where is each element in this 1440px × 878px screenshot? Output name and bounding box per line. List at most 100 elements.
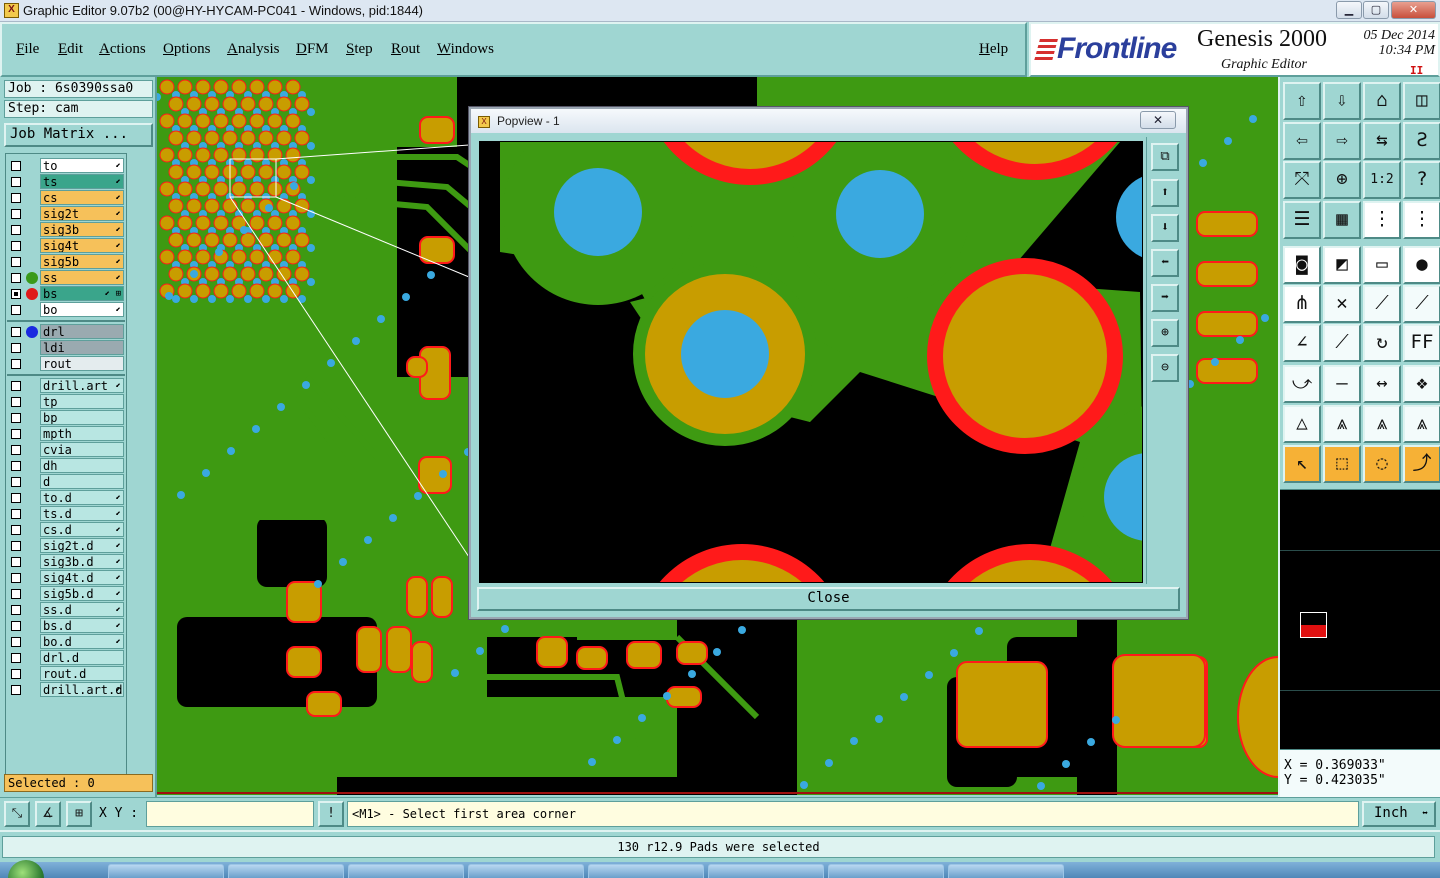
flip-icon[interactable]: ◩ bbox=[1323, 246, 1361, 284]
layer-row[interactable]: bo.d ⬋ bbox=[6, 634, 126, 650]
unit-selector[interactable]: Inch ⬌ bbox=[1362, 801, 1436, 827]
layer-row[interactable]: sig3b.d ⬋ bbox=[6, 554, 126, 570]
pan-up-icon[interactable]: ⇧ bbox=[1283, 82, 1321, 120]
ruler-icon[interactable]: ▭ bbox=[1363, 246, 1401, 284]
scale-1-2-icon[interactable]: 1:2 bbox=[1363, 161, 1401, 199]
layer-row[interactable]: ts ⬋ bbox=[6, 174, 126, 190]
taskbar-item[interactable] bbox=[948, 864, 1064, 878]
pointer-icon[interactable]: ↖ bbox=[1283, 445, 1321, 483]
layer-name[interactable]: sig4t ⬋ bbox=[40, 238, 124, 253]
pointer-circle-icon[interactable]: ◌ bbox=[1363, 445, 1401, 483]
layer-checkbox[interactable] bbox=[11, 327, 21, 337]
swap-icon[interactable]: ⇆ bbox=[1363, 122, 1401, 160]
pause-icon[interactable]: II bbox=[1410, 64, 1423, 77]
menu-help[interactable]: Help bbox=[979, 41, 1008, 58]
menu-edit[interactable]: Edit bbox=[58, 41, 83, 58]
layer-row[interactable]: bs.d ⬋ bbox=[6, 618, 126, 634]
start-button[interactable] bbox=[8, 860, 44, 878]
layer-name[interactable]: mpth bbox=[40, 426, 124, 441]
layer-checkbox[interactable] bbox=[11, 397, 21, 407]
line-red-icon[interactable]: ⟋ bbox=[1403, 285, 1440, 323]
layer-row[interactable]: tp bbox=[6, 394, 126, 410]
help-icon[interactable]: ? bbox=[1403, 161, 1440, 199]
layer-checkbox[interactable] bbox=[11, 305, 21, 315]
zoom-in-icon[interactable]: ⊕ bbox=[1151, 319, 1179, 347]
layer-row[interactable]: sig5b.d ⬋ bbox=[6, 586, 126, 602]
layer-name[interactable]: ts.d ⬋ bbox=[40, 506, 124, 521]
layer-checkbox[interactable] bbox=[11, 541, 21, 551]
snap-angle-icon[interactable]: ∡ bbox=[35, 801, 61, 827]
layer-name[interactable]: rout bbox=[40, 356, 124, 371]
menu-step[interactable]: Step bbox=[346, 41, 373, 58]
layer-name[interactable]: sig2t ⬋ bbox=[40, 206, 124, 221]
layer-checkbox[interactable] bbox=[11, 241, 21, 251]
popview-canvas[interactable] bbox=[479, 141, 1143, 583]
layer-checkbox[interactable] bbox=[11, 557, 21, 567]
settings-icon[interactable]: ☰ bbox=[1283, 201, 1321, 239]
layer-name[interactable]: bp bbox=[40, 410, 124, 425]
layer-row[interactable]: sig2t.d ⬋ bbox=[6, 538, 126, 554]
triangle-red-icon[interactable]: ⩓ bbox=[1363, 405, 1401, 443]
layer-name[interactable]: to ⬋ bbox=[40, 158, 124, 173]
layer-row[interactable]: bo ⬋ bbox=[6, 302, 126, 318]
layer-row[interactable]: bp bbox=[6, 410, 126, 426]
layer-name[interactable]: dh bbox=[40, 458, 124, 473]
layer-name[interactable]: ss.d ⬋ bbox=[40, 602, 124, 617]
layer-row[interactable]: cvia bbox=[6, 442, 126, 458]
zoom-out-icon[interactable]: ⊖ bbox=[1151, 354, 1179, 382]
layer-name[interactable]: sig5b.d ⬋ bbox=[40, 586, 124, 601]
layer-name[interactable]: drill.art ⬋ bbox=[40, 378, 124, 393]
layer-checkbox[interactable] bbox=[11, 621, 21, 631]
zoom-fit-icon[interactable]: ⤧ bbox=[1283, 161, 1321, 199]
triangle-icon[interactable]: △ bbox=[1283, 405, 1321, 443]
grid-icon[interactable]: ▦ bbox=[1323, 201, 1361, 239]
taskbar-item[interactable] bbox=[348, 864, 464, 878]
line-icon[interactable]: ⟋ bbox=[1363, 285, 1401, 323]
layer-checkbox[interactable] bbox=[11, 161, 21, 171]
layer-name[interactable]: drl.d bbox=[40, 650, 124, 665]
layer-name[interactable]: ldi bbox=[40, 340, 124, 355]
layer-checkbox[interactable] bbox=[11, 359, 21, 369]
snap-icon[interactable]: ⤡ bbox=[4, 801, 30, 827]
rotate-icon[interactable]: ↻ bbox=[1363, 324, 1401, 362]
layer-checkbox[interactable] bbox=[11, 509, 21, 519]
layer-checkbox[interactable] bbox=[11, 493, 21, 503]
layer-row[interactable]: dh bbox=[6, 458, 126, 474]
pan-left-icon[interactable]: ⬅ bbox=[1151, 249, 1179, 277]
layer-checkbox[interactable] bbox=[11, 381, 21, 391]
layer-row[interactable]: drl bbox=[6, 324, 126, 340]
layer-row[interactable]: d bbox=[6, 474, 126, 490]
layer-name[interactable]: to.d ⬋ bbox=[40, 490, 124, 505]
layer-name[interactable]: sig3b.d ⬋ bbox=[40, 554, 124, 569]
layer-checkbox[interactable] bbox=[11, 653, 21, 663]
layer-row[interactable]: rout.d bbox=[6, 666, 126, 682]
layer-row[interactable]: cs.d ⬋ bbox=[6, 522, 126, 538]
layer-row[interactable]: to.d ⬋ bbox=[6, 490, 126, 506]
layer-name[interactable]: sig4t.d ⬋ bbox=[40, 570, 124, 585]
minus-icon[interactable]: — bbox=[1323, 365, 1361, 403]
popview-close-button[interactable]: Close bbox=[477, 587, 1180, 611]
pan-right-icon[interactable]: ➡ bbox=[1151, 284, 1179, 312]
layer-checkbox[interactable] bbox=[11, 605, 21, 615]
pan-down-icon[interactable]: ⬇ bbox=[1151, 214, 1179, 242]
layer-checkbox[interactable] bbox=[11, 445, 21, 455]
info-icon[interactable]: ! bbox=[318, 801, 344, 827]
home-icon[interactable]: ⌂ bbox=[1363, 82, 1401, 120]
triangle-up-icon[interactable]: ⩓ bbox=[1323, 405, 1361, 443]
group-icon[interactable]: ❖ bbox=[1403, 365, 1440, 403]
triangle-blue-icon[interactable]: ⩓ bbox=[1403, 405, 1440, 443]
menu-dfm[interactable]: DFM bbox=[296, 41, 329, 58]
taskbar-item[interactable] bbox=[588, 864, 704, 878]
layer-checkbox[interactable] bbox=[11, 273, 21, 283]
layer-checkbox[interactable] bbox=[11, 289, 21, 299]
layer-name[interactable]: tp bbox=[40, 394, 124, 409]
layer-checkbox[interactable] bbox=[11, 589, 21, 599]
layer-checkbox[interactable] bbox=[11, 573, 21, 583]
layer-name[interactable]: ss ⬋ bbox=[40, 270, 124, 285]
menu-file[interactable]: File bbox=[16, 41, 39, 58]
layer-checkbox[interactable] bbox=[11, 461, 21, 471]
layer-name[interactable]: bo.d ⬋ bbox=[40, 634, 124, 649]
taskbar-item[interactable] bbox=[708, 864, 824, 878]
layer-name[interactable]: ts ⬋ bbox=[40, 174, 124, 189]
layer-row[interactable]: sig5b ⬋ bbox=[6, 254, 126, 270]
